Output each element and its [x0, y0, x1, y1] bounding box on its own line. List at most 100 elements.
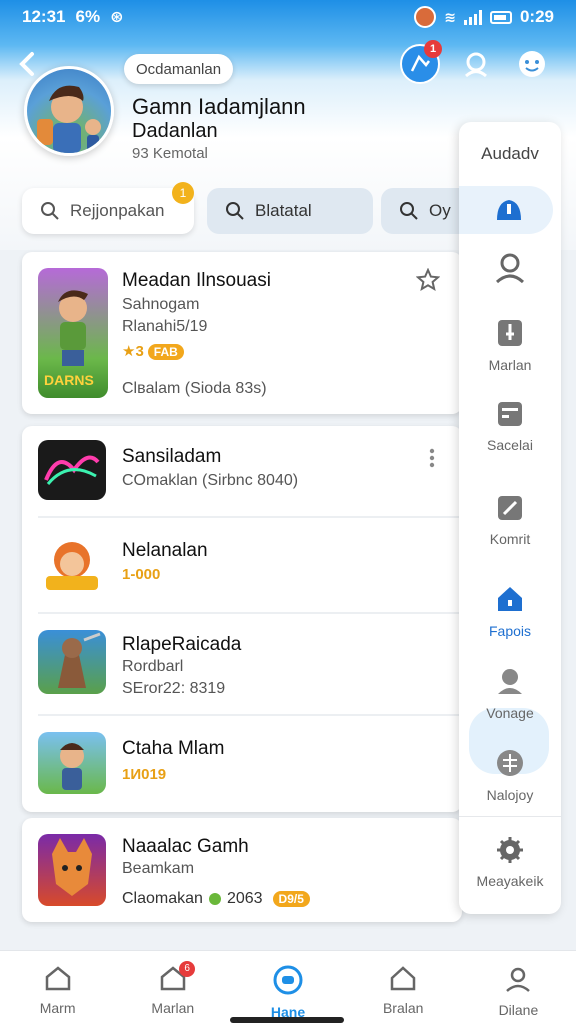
game-thumbnail	[38, 532, 106, 596]
game-footer: Claomakan 2063 D9/5	[122, 890, 310, 908]
profile-avatar[interactable]	[24, 66, 114, 156]
side-menu-item-1[interactable]: Marlan	[459, 318, 561, 373]
profile-name: Gamn Iadamjlann	[132, 94, 306, 119]
game-title: Meadan Ilnsouasi	[122, 270, 271, 291]
smiley-icon	[519, 51, 545, 77]
side-menu-label: Fapois	[488, 623, 532, 639]
game-footer: Clвalam (Sioda 83s)	[122, 380, 267, 397]
status-clock: 0:29	[519, 7, 554, 26]
side-menu-label: Sacelai	[487, 437, 533, 453]
search-chip-1[interactable]: Rejjonpakan	[22, 188, 194, 234]
signal-icon	[463, 9, 482, 25]
star-outline-icon	[415, 267, 441, 292]
user-icon	[495, 253, 525, 284]
status-battery-text: 6%	[75, 7, 101, 26]
side-menu-title[interactable]: Audadv	[459, 144, 561, 164]
footer-label: Claomakan	[122, 890, 203, 907]
wifi-icon: ≋	[444, 8, 456, 25]
side-menu-item-7[interactable]: Meayakeik	[459, 836, 561, 889]
profile-meta: 93 Kemotal	[132, 145, 208, 162]
game-thumbnail: DARNS	[38, 268, 108, 398]
search-chip-label: Oy	[429, 201, 451, 220]
side-menu-item-profile[interactable]	[459, 250, 561, 289]
side-menu-highlight[interactable]	[459, 186, 553, 234]
fox-art-icon	[52, 838, 92, 896]
nav-item-2[interactable]: 6 Marlan	[115, 951, 230, 1024]
side-menu-label: Meayakeik	[476, 873, 544, 889]
side-menu-item-3[interactable]: Komrit	[459, 494, 561, 547]
user-search-icon	[464, 52, 488, 78]
character-art-icon	[46, 542, 98, 590]
list-item[interactable]: Ctaha Mlam 1И019	[22, 716, 462, 812]
game-title: RlapeRaicada	[122, 634, 242, 655]
side-menu-item-4[interactable]: Fapois	[459, 584, 561, 639]
featured-game-card[interactable]: DARNS Meadan Ilnsouasi Sahnogam Rlanahi5…	[22, 252, 462, 414]
neon-logo-icon	[44, 455, 100, 485]
alert-icon	[497, 200, 521, 220]
game-rating: 1И019	[122, 766, 167, 783]
nav-badge: 6	[179, 961, 196, 977]
game-title: Naaalac Gamh	[122, 836, 249, 857]
kebab-menu-icon	[429, 448, 435, 468]
emoji-button[interactable]	[512, 44, 552, 84]
bottom-navigation: Marm 6 Marlan Hane Bralan Dilane	[0, 950, 576, 1024]
nav-label: Dilane	[498, 1002, 539, 1018]
game-subtitle: COmaklan (Sirbnc 8040)	[122, 472, 299, 489]
game-thumbnail	[38, 834, 106, 906]
game-subtitle: Rordbarl	[122, 658, 184, 675]
nav-label: Marm	[39, 1000, 76, 1016]
side-menu-item-5[interactable]: Vonage	[459, 666, 561, 721]
list-item[interactable]: Nelanalan 1-000	[22, 518, 462, 612]
footer-badge: D9/5	[272, 891, 310, 907]
list-item[interactable]: RlapeRaicada Rordbarl SEror22: 8319	[22, 614, 462, 710]
leaf-icon	[208, 893, 221, 905]
search-icon	[41, 202, 59, 220]
game-title: Sansiladam	[122, 446, 222, 467]
search-chip-2[interactable]: Blatatal	[207, 188, 373, 234]
game-card-last[interactable]: Naaalac Gamh Beamkam Claomakan 2063 D9/5	[22, 818, 462, 922]
nav-item-5[interactable]: Dilane	[461, 951, 576, 1024]
thumb-caption: DARNS	[44, 372, 94, 388]
game-thumbnail	[38, 732, 106, 794]
game-thumbnail	[38, 440, 106, 500]
status-avatar-icon	[414, 6, 437, 28]
nav-label: Marlan	[151, 1000, 195, 1016]
search-profile-button[interactable]	[456, 44, 496, 84]
side-menu-label: Komrit	[489, 531, 531, 547]
side-menu-item-2[interactable]: Sacelai	[459, 400, 561, 453]
favorite-button[interactable]	[415, 267, 441, 297]
game-title: Ctaha Mlam	[122, 738, 225, 759]
divider	[459, 816, 561, 817]
character-art-icon	[60, 743, 84, 790]
search-chip-label: Rejjonpakan	[70, 201, 165, 220]
game-meta: SEror22: 8319	[122, 680, 226, 697]
refresh-icon: ⊛	[110, 9, 124, 26]
game-title: Nelanalan	[122, 540, 208, 561]
status-bar: 12:31 6% ⊛ ≋ 0:29	[0, 0, 576, 34]
piece-icon	[498, 320, 522, 346]
nav-item-4[interactable]: Bralan	[346, 951, 461, 1024]
home-icon	[498, 587, 522, 611]
profile-icon	[506, 967, 531, 992]
nav-item-3[interactable]: Hane	[230, 951, 345, 1024]
status-time: 12:31	[22, 7, 66, 26]
profile-subtitle: Dadanlan	[132, 120, 218, 142]
calendar-icon	[498, 402, 522, 426]
battery-icon	[489, 10, 512, 24]
person-icon	[498, 669, 522, 694]
game-rating: ★3 FAB	[122, 342, 184, 360]
side-menu-panel: Audadv Marlan Sacelai Komrit Fapois Vona…	[459, 122, 561, 914]
more-options-button[interactable]	[424, 446, 440, 472]
game-thumbnail	[38, 630, 106, 694]
pencil-icon	[498, 496, 522, 520]
search-icon	[226, 202, 244, 220]
side-menu-item-6[interactable]: Nalojoy	[459, 748, 561, 803]
header-tag[interactable]: Ocdamanlan	[124, 54, 234, 84]
nav-item-1[interactable]: Marm	[0, 951, 115, 1024]
list-item[interactable]: Sansiladam COmaklan (Sirbnc 8040)	[22, 426, 462, 518]
game-subtitle: Beamkam	[122, 860, 195, 877]
rating-value: 3	[135, 343, 144, 360]
rating-badge: FAB	[147, 344, 184, 360]
home-indicator[interactable]	[230, 1017, 344, 1023]
chevron-left-icon	[19, 52, 34, 76]
